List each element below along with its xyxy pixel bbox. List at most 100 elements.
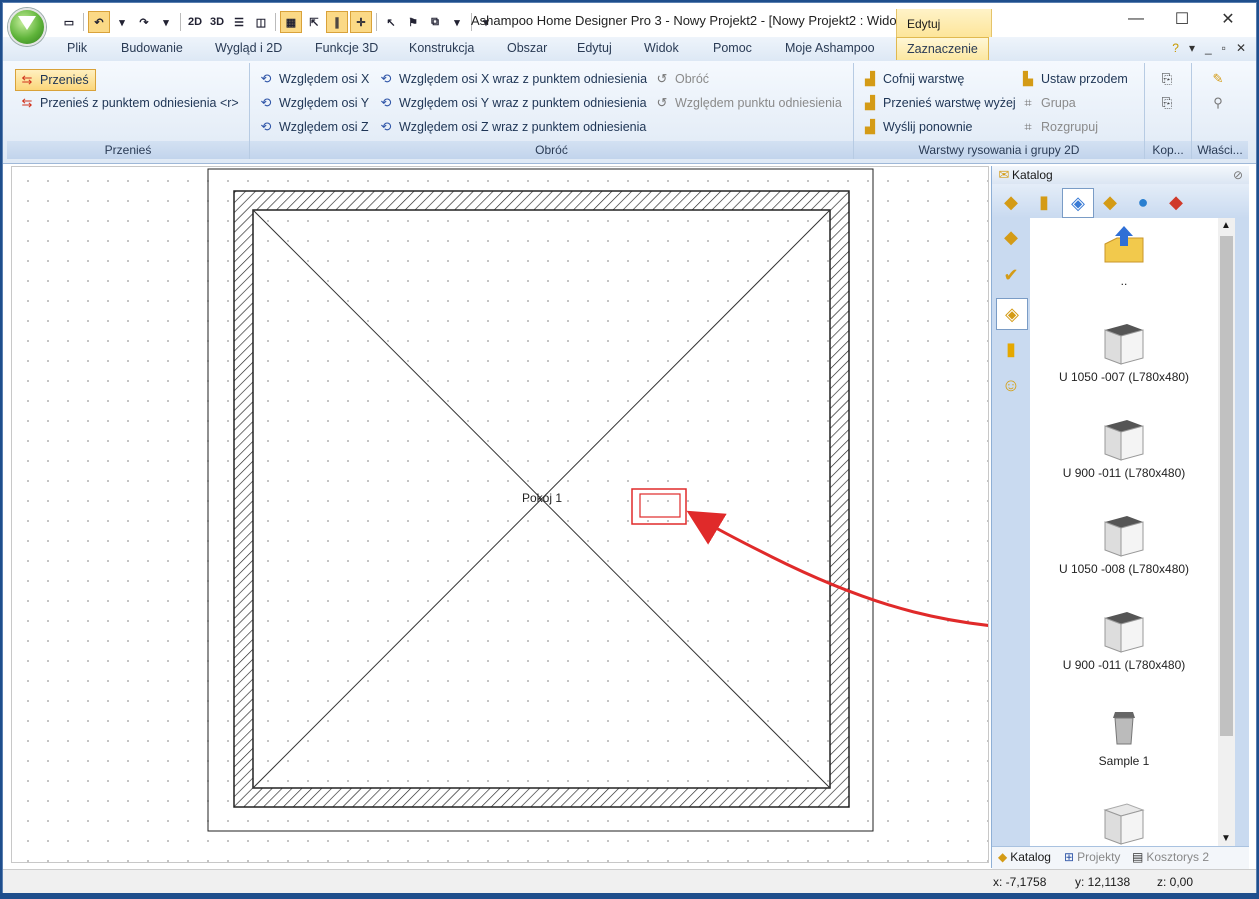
catalog-layers-icon[interactable]: ◈ xyxy=(996,298,1028,330)
rotate-about-ref-button[interactable]: ↺ Względem punktu odniesienia xyxy=(654,93,842,113)
list-item[interactable]: U 1050 -008 (L780x480) xyxy=(1030,512,1218,576)
list-item[interactable] xyxy=(1030,800,1218,846)
move-layer-up-button[interactable]: ▟ Przenieś warstwę wyżej xyxy=(862,93,1016,113)
catalog-list: .. U 1050 -007 (L780x480) U 900 -011 (L7… xyxy=(1030,218,1218,846)
redo-dropdown-icon[interactable]: ▾ xyxy=(156,12,176,32)
catalog-folder-icon[interactable]: ◆ xyxy=(996,188,1026,216)
view-2d-icon[interactable]: 2D xyxy=(185,12,205,32)
rotate-x-button[interactable]: ⟲ Względem osi X xyxy=(258,69,370,89)
plan-canvas-2d[interactable]: Pokój 1 xyxy=(11,166,989,863)
rotate-z-ref-label: Względem osi Z wraz z punktem odniesieni… xyxy=(399,120,647,134)
tab-widok[interactable]: Widok xyxy=(644,41,679,55)
rotate-button[interactable]: ↺ Obróć xyxy=(654,69,710,89)
undo-icon[interactable]: ↶ xyxy=(88,11,110,33)
catalog-check-icon[interactable]: ✔ xyxy=(996,260,1026,290)
catalog-person-icon[interactable]: ☺ xyxy=(996,370,1026,400)
tab-kosztorys[interactable]: ▤ Kosztorys 2 xyxy=(1132,850,1209,864)
help-icon[interactable]: ? xyxy=(1172,41,1179,55)
undo-dropdown-icon[interactable]: ▾ xyxy=(112,12,132,32)
scroll-up-icon[interactable]: ▲ xyxy=(1221,220,1231,231)
redo-icon[interactable]: ↷ xyxy=(134,12,154,32)
bring-front-icon: ▙ xyxy=(1023,71,1033,86)
tab-moje-ashampoo[interactable]: Moje Ashampoo xyxy=(785,41,875,55)
rotate-about-ref-icon: ↺ xyxy=(656,95,668,110)
parallel-lines-icon[interactable]: ∥ xyxy=(326,11,348,33)
ribbon-minimize-icon[interactable]: _ xyxy=(1205,41,1212,55)
list-item[interactable]: U 1050 -007 (L780x480) xyxy=(1030,320,1218,384)
rotate-y-button[interactable]: ⟲ Względem osi Y xyxy=(258,93,370,113)
separator xyxy=(376,13,377,31)
tab-plik[interactable]: Plik xyxy=(67,41,87,55)
split-horizontal-icon[interactable]: ☰ xyxy=(229,12,249,32)
paste-button[interactable]: ⎘ xyxy=(1159,93,1175,113)
catalog-book-icon[interactable]: ▮ xyxy=(996,334,1026,364)
group-button[interactable]: ⌗ Grupa xyxy=(1020,93,1075,113)
door-catalog-icon[interactable]: ▮ xyxy=(1029,188,1059,216)
tab-konstrukcja[interactable]: Konstrukcja xyxy=(409,41,474,55)
crosshair-icon[interactable]: ✛ xyxy=(350,11,372,33)
ungroup-button[interactable]: ⌗ Rozgrupuj xyxy=(1020,117,1098,137)
catalog-item-label: Sample 1 xyxy=(1098,754,1150,768)
list-item[interactable]: Sample 1 xyxy=(1030,704,1218,768)
tab-edytuj[interactable]: Edytuj xyxy=(577,41,612,55)
list-item[interactable]: .. xyxy=(1030,224,1218,288)
grid-icon[interactable]: ▦ xyxy=(280,11,302,33)
maximize-button[interactable]: ☐ xyxy=(1159,7,1205,31)
copy-button[interactable]: ⎘ xyxy=(1159,69,1175,89)
group-rotate: ⟲ Względem osi X ⟲ Względem osi Y ⟲ Wzgl… xyxy=(250,63,854,159)
catalog-scroll-thumb[interactable] xyxy=(1220,236,1233,736)
snap-cursor-icon[interactable]: ⇱ xyxy=(304,12,324,32)
tab-obszar[interactable]: Obszar xyxy=(507,41,547,55)
catalog-title: Katalog xyxy=(1012,168,1053,182)
new-file-icon[interactable]: ▭ xyxy=(59,12,79,32)
bring-front-button[interactable]: ▙ Ustaw przodem xyxy=(1020,69,1128,89)
send-again-button[interactable]: ▟ Wyślij ponownie xyxy=(862,117,973,137)
ribbon-restore-icon[interactable]: ▫ xyxy=(1222,41,1226,55)
split-vertical-icon[interactable]: ◫ xyxy=(251,12,271,32)
tab-wyglad[interactable]: Wygląd i 2D xyxy=(215,41,282,55)
separator xyxy=(83,13,84,31)
globe-catalog-icon[interactable]: ● xyxy=(1128,188,1158,216)
paste-doc-icon: ⎘ xyxy=(1161,95,1173,110)
catalog-item-label: U 1050 -007 (L780x480) xyxy=(1058,370,1190,384)
tab-projekty[interactable]: ⊞ Projekty xyxy=(1064,850,1120,864)
rotate-x-ref-button[interactable]: ⟲ Względem osi X wraz z punktem odniesie… xyxy=(378,69,647,89)
move-layer-up-icon: ▟ xyxy=(865,95,875,110)
tab-pomoc[interactable]: Pomoc xyxy=(713,41,752,55)
tab-zaznaczenie[interactable]: Zaznaczenie xyxy=(896,37,989,60)
tab-budowanie[interactable]: Budowanie xyxy=(121,41,183,55)
app-menu-button[interactable] xyxy=(8,8,46,46)
list-item[interactable]: U 900 -011 (L780x480) xyxy=(1030,416,1218,480)
close-button[interactable]: ✕ xyxy=(1205,7,1251,31)
plant-catalog-icon[interactable]: ◆ xyxy=(1095,188,1125,216)
favorites-catalog-icon[interactable]: ◆ xyxy=(1161,188,1191,216)
rotate-z-ref-button[interactable]: ⟲ Względem osi Z wraz z punktem odniesie… xyxy=(378,117,647,137)
help-dropdown-icon[interactable]: ▾ xyxy=(1189,41,1195,55)
pin-icon[interactable]: ⊘ xyxy=(1233,166,1243,184)
back-layer-button[interactable]: ▟ Cofnij warstwę xyxy=(862,69,964,89)
catalog-tab-icon: ◆ xyxy=(998,850,1008,864)
tab-katalog[interactable]: ◆ Katalog xyxy=(998,850,1051,864)
material-catalog-icon[interactable]: ◈ xyxy=(1062,188,1094,218)
cabinet-thumbnail-icon xyxy=(1101,800,1147,846)
group-properties: ✎ ⚲ Właści... xyxy=(1192,63,1248,159)
rotate-z-button[interactable]: ⟲ Względem osi Z xyxy=(258,117,369,137)
list-item[interactable]: U 900 -011 (L780x480) xyxy=(1030,608,1218,672)
move-ref-button[interactable]: ⇆ Przenieś z punktem odniesienia <r> xyxy=(19,93,239,113)
copy-icon[interactable]: ⧉ xyxy=(425,12,445,32)
move-button[interactable]: ⇆ Przenieś xyxy=(15,69,96,91)
rotate-y-icon: ⟲ xyxy=(260,95,272,110)
select-pointer-icon[interactable]: ↖ xyxy=(381,12,401,32)
copy-dropdown-icon[interactable]: ▾ xyxy=(447,12,467,32)
flag-icon[interactable]: ⚑ xyxy=(403,12,423,32)
view-3d-icon[interactable]: 3D xyxy=(207,12,227,32)
properties-button[interactable]: ✎ xyxy=(1210,69,1226,89)
rotate-y-ref-button[interactable]: ⟲ Względem osi Y wraz z punktem odniesie… xyxy=(378,93,647,113)
scroll-down-icon[interactable]: ▼ xyxy=(1221,833,1231,844)
send-again-icon: ▟ xyxy=(865,119,875,134)
minimize-button[interactable]: — xyxy=(1113,7,1159,31)
zoom-properties-button[interactable]: ⚲ xyxy=(1210,93,1226,113)
ribbon-close-icon[interactable]: ✕ xyxy=(1236,41,1246,55)
tab-funkcje-3d[interactable]: Funkcje 3D xyxy=(315,41,378,55)
catalog-home-icon[interactable]: ◆ xyxy=(996,222,1026,252)
